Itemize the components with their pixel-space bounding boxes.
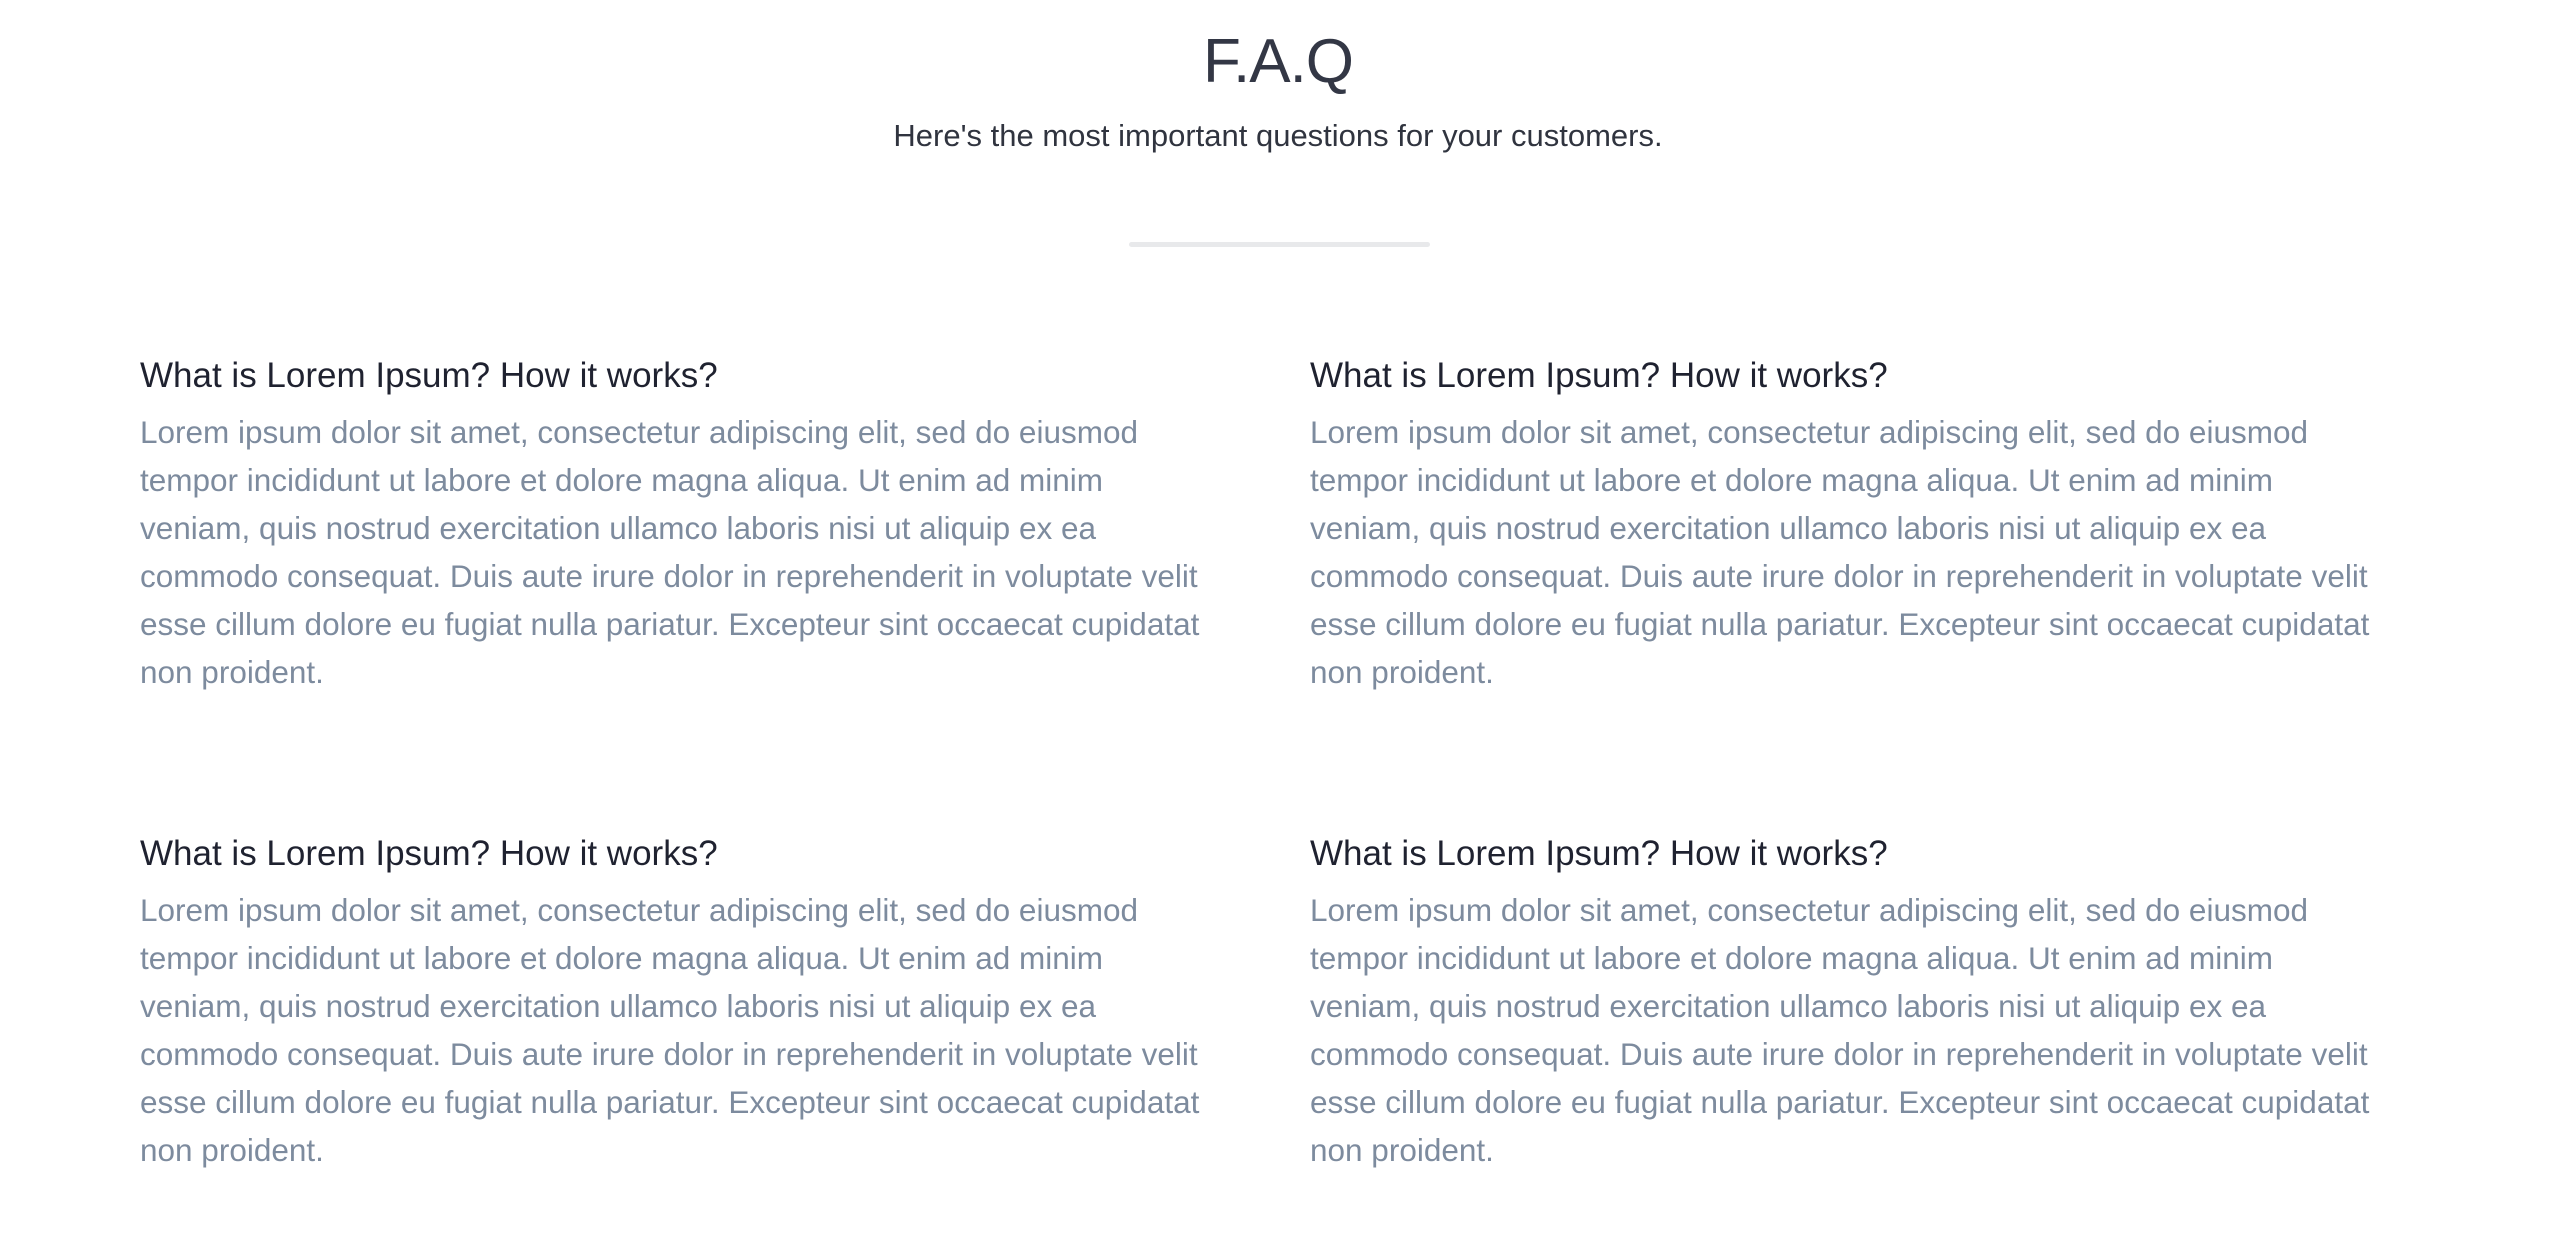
faq-item: What is Lorem Ipsum? How it works? Lorem… — [1310, 830, 2410, 1174]
faq-item: What is Lorem Ipsum? How it works? Lorem… — [140, 830, 1240, 1174]
page-subtitle: Here's the most important questions for … — [893, 118, 1663, 153]
faq-question: What is Lorem Ipsum? How it works? — [140, 356, 718, 395]
page-title: F.A.Q — [1202, 27, 1354, 96]
faq-answer: Lorem ipsum dolor sit amet, consectetur … — [1310, 414, 2370, 690]
faq-question: What is Lorem Ipsum? How it works? — [1310, 356, 1888, 395]
faq-answer: Lorem ipsum dolor sit amet, consectetur … — [140, 892, 1200, 1168]
faq-question: What is Lorem Ipsum? How it works? — [1310, 834, 1888, 873]
faq-item: What is Lorem Ipsum? How it works? Lorem… — [1310, 352, 2410, 696]
faq-item: What is Lorem Ipsum? How it works? Lorem… — [140, 352, 1240, 696]
faq-question: What is Lorem Ipsum? How it works? — [140, 834, 718, 873]
faq-answer: Lorem ipsum dolor sit amet, consectetur … — [140, 414, 1200, 690]
faq-page: F.A.Q Here's the most important question… — [0, 0, 2556, 1252]
faq-answer: Lorem ipsum dolor sit amet, consectetur … — [1310, 892, 2370, 1168]
header-divider — [1129, 242, 1430, 247]
